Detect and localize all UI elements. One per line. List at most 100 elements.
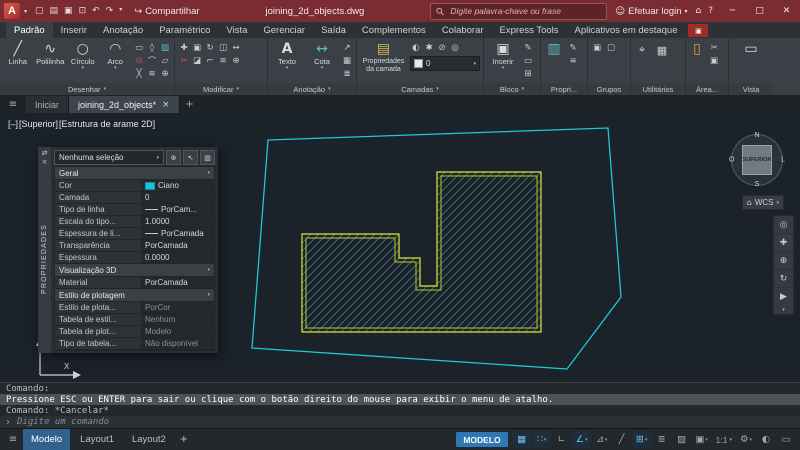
ribbon-tab-padrao[interactable]: Padrão (6, 22, 53, 38)
model-space-button[interactable]: MODELO (456, 432, 508, 447)
layer-dropdown[interactable]: 0 ▾ (410, 56, 480, 71)
ribbon-tab-inserir[interactable]: Inserir (53, 22, 95, 38)
mtext-lines-icon[interactable]: ≣ (341, 68, 353, 80)
ellipse-icon[interactable]: ◊ (146, 42, 158, 54)
construction-line-icon[interactable]: ╳ (133, 68, 145, 80)
layer-isolate-icon[interactable]: ◎ (449, 42, 461, 54)
viewport-view-control[interactable]: [Superior] (19, 119, 58, 129)
ribbon-tab-parametrico[interactable]: Paramétrico (151, 22, 218, 38)
drawing-area[interactable]: [–] [Superior] [Estrutura de arame 2D] N… (0, 113, 800, 382)
ribbon-tab-aplicativos[interactable]: Aplicativos em destaque (567, 22, 686, 38)
dimension-tool[interactable]: ↔ Cota ▾ (306, 40, 338, 71)
panel-footer-grupos[interactable]: Grupos (588, 83, 630, 95)
panel-footer-bloco[interactable]: Bloco ▾ (484, 83, 540, 95)
new-file-icon[interactable]: ▢ (35, 6, 44, 16)
panel-footer-utilitarios[interactable]: Utilitários (631, 83, 685, 95)
palette-autohide-icon[interactable]: ⇄ (42, 149, 48, 158)
ribbon-tab-gerenciar[interactable]: Gerenciar (255, 22, 313, 38)
close-button[interactable]: ✕ (773, 0, 800, 22)
viewcube-top-face[interactable]: SUPERIOR (742, 145, 772, 175)
app-menu-button[interactable]: A (4, 3, 20, 19)
plot-icon[interactable]: ⊡ (79, 6, 87, 16)
panel-footer-anotacao[interactable]: Anotação ▾ (268, 83, 356, 95)
point-icon[interactable]: ⊙ (133, 55, 145, 67)
section-header-geral[interactable]: Geral ▾ (55, 167, 214, 179)
ortho-icon[interactable]: ∟ (553, 431, 571, 448)
command-input[interactable] (15, 416, 794, 428)
app-menu-caret-icon[interactable]: ▾ (24, 8, 27, 15)
group-icon[interactable]: ▣ (591, 42, 603, 54)
quick-calc-icon[interactable]: ▦ (654, 42, 670, 58)
app-store-icon[interactable]: ⌂ (696, 6, 702, 16)
navbar-caret-icon[interactable]: ▾ (774, 305, 793, 314)
erase-icon[interactable]: ◪ (191, 55, 203, 67)
rectangle-icon[interactable]: ▭ (133, 42, 145, 54)
revision-cloud-icon[interactable]: ≋ (146, 68, 158, 80)
share-button[interactable]: ↪ Compartilhar (134, 6, 199, 17)
featured-apps-badge[interactable]: ▣ (688, 24, 709, 37)
search-input[interactable] (448, 5, 602, 17)
clean-screen-icon[interactable]: ▭ (777, 431, 795, 448)
hatch-icon[interactable]: ▨ (159, 42, 171, 54)
move-icon[interactable]: ✚ (178, 42, 190, 54)
selection-dropdown[interactable]: Nenhuma seleção ▾ (54, 150, 164, 165)
panel-footer-modificar[interactable]: Modificar ▾ (175, 83, 267, 95)
zoom-icon[interactable]: ⊕ (774, 252, 793, 270)
layer-properties-tool[interactable]: ▤ Propriedades da camada (360, 40, 407, 73)
ribbon-tab-vista[interactable]: Vista (218, 22, 255, 38)
explode-icon[interactable]: ⊕ (230, 55, 242, 67)
view-tool[interactable]: ▭ (735, 40, 767, 57)
cut-icon[interactable]: ✂ (708, 42, 720, 54)
define-attributes-icon[interactable]: ⊞ (522, 68, 534, 80)
match-icon[interactable]: ✎ (567, 42, 579, 54)
create-block-icon[interactable]: ✎ (522, 42, 534, 54)
pan-icon[interactable]: ✚ (774, 234, 793, 252)
osnap-icon[interactable]: ⊞ ▾ (632, 431, 651, 448)
save-icon[interactable]: ▣ (64, 6, 73, 16)
viewcube-west[interactable]: O (729, 157, 734, 164)
showmotion-icon[interactable]: ▶ (774, 288, 793, 305)
pickadd-toggle-icon[interactable]: ⊕ (166, 150, 181, 165)
select-objects-icon[interactable]: ↖ (183, 150, 198, 165)
line-tool[interactable]: ╱ Linha (3, 40, 33, 66)
polar-tracking-icon[interactable]: ∠ ▾ (572, 431, 591, 448)
steering-wheel-icon[interactable]: ◎ (774, 216, 793, 234)
mirror-icon[interactable]: ◫ (217, 42, 229, 54)
viewcube-north[interactable]: N (754, 132, 759, 139)
undo-icon[interactable]: ↶ (92, 6, 100, 16)
isolate-objects-icon[interactable]: ◐ (757, 431, 775, 448)
paste-tool[interactable]: ▯ (689, 40, 705, 57)
bylayer-icon[interactable]: ≡ (567, 55, 579, 67)
spline-icon[interactable]: ⌒ (146, 55, 158, 67)
panel-foot-camadas[interactable]: Camadas ▾ (357, 83, 483, 95)
ungroup-icon[interactable]: ▢ (605, 42, 617, 54)
osnap-tracking-icon[interactable]: ╱ (613, 431, 631, 448)
file-tab-drawing[interactable]: joining_2d_objects* × (69, 96, 180, 113)
panel-footer-desenhar[interactable]: Desenhar ▾ (0, 83, 174, 95)
arc-tool[interactable]: ◠ Arco ▾ (101, 40, 131, 71)
orbit-icon[interactable]: ↻ (774, 270, 793, 288)
donut-icon[interactable]: ⊕ (159, 68, 171, 80)
offset-icon[interactable]: ≋ (217, 55, 229, 67)
panel-footer-vista[interactable]: Vista (729, 83, 773, 95)
viewcube-east[interactable]: L (781, 157, 785, 164)
stretch-icon[interactable]: ↔ (230, 42, 242, 54)
layout-tab-layout2[interactable]: Layout2 (124, 429, 174, 450)
leader-icon[interactable]: ↗ (341, 42, 353, 54)
viewport-visual-style-control[interactable]: [Estrutura de arame 2D] (59, 119, 155, 129)
file-tab-iniciar[interactable]: Iniciar (26, 96, 70, 113)
rotate-icon[interactable]: ↻ (204, 42, 216, 54)
maximize-button[interactable]: □ (746, 0, 773, 22)
layout-menu-icon[interactable]: ≡ (5, 434, 21, 445)
ribbon-tab-complementos[interactable]: Complementos (354, 22, 434, 38)
qat-dropdown-icon[interactable]: ▾ (119, 6, 122, 16)
close-tab-icon[interactable]: × (162, 100, 170, 110)
palette-close-icon[interactable]: × (42, 158, 48, 167)
snap-icon[interactable]: ∷ ▾ (532, 431, 551, 448)
workspace-gear-icon[interactable]: ⚙ ▾ (737, 431, 755, 448)
transparency-icon[interactable]: ▨ (673, 431, 691, 448)
ribbon-tab-express-tools[interactable]: Express Tools (492, 22, 567, 38)
isometric-icon[interactable]: ⊿ ▾ (593, 431, 611, 448)
selection-cycling-icon[interactable]: ▣ ▾ (693, 431, 711, 448)
layer-lock-icon[interactable]: ⊘ (436, 42, 448, 54)
